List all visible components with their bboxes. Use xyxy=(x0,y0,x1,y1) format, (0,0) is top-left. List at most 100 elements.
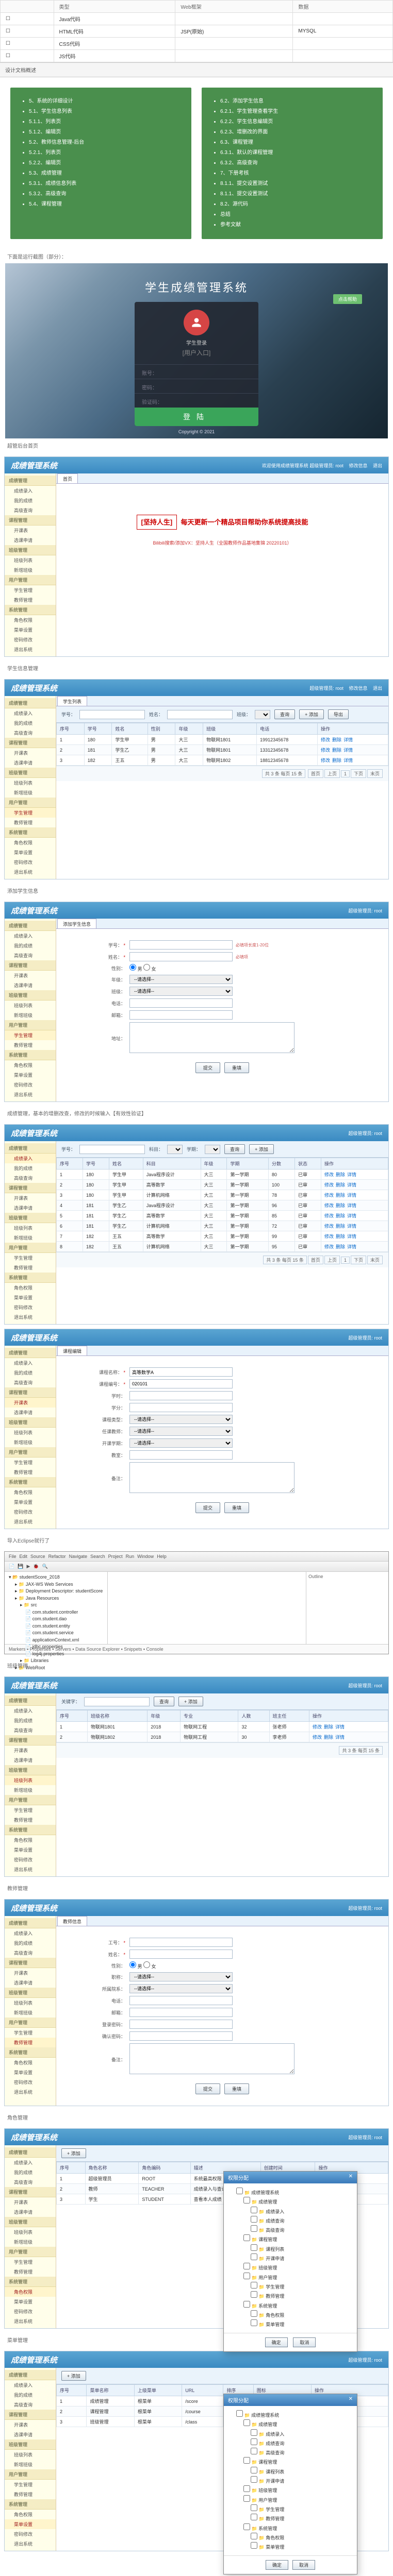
sidebar-item[interactable]: 高级查询 xyxy=(5,2177,56,2187)
sidebar-item[interactable]: 密码修改 xyxy=(5,1080,56,1090)
edit-link[interactable]: 修改 xyxy=(321,737,330,742)
sidebar-item[interactable]: 选课申请 xyxy=(5,980,56,990)
sidebar-item[interactable]: 成绩录入 xyxy=(5,486,56,496)
sidebar-item[interactable]: 高级查询 xyxy=(5,728,56,738)
ide-menu-item[interactable]: Window xyxy=(137,1554,154,1559)
sidebar-item[interactable]: 教师管理 xyxy=(5,1040,56,1050)
sidebar-item[interactable]: 菜单设置 xyxy=(5,2297,56,2307)
sidebar-item[interactable]: 密码修改 xyxy=(5,857,56,867)
tree-node[interactable]: 课程管理 xyxy=(236,2457,353,2466)
sidebar-item[interactable]: 密码修改 xyxy=(5,2307,56,2316)
sidebar-item[interactable]: 角色权限 xyxy=(5,615,56,625)
del-link[interactable]: 删除 xyxy=(336,1172,345,1177)
tree-node[interactable]: 用户管理 xyxy=(236,2273,353,2282)
sidebar-item[interactable]: 开课表 xyxy=(5,1968,56,1978)
tree-node[interactable]: 成绩查询 xyxy=(236,2438,353,2448)
sidebar-group[interactable]: 成绩管理 xyxy=(5,2147,56,2158)
sidebar-item[interactable]: 我的成绩 xyxy=(5,496,56,505)
sidebar-item[interactable]: 退出系统 xyxy=(5,645,56,654)
tree-node[interactable]: 成绩管理 xyxy=(236,2419,353,2429)
sidebar-item[interactable]: 新增班级 xyxy=(5,1233,56,1243)
sidebar-item[interactable]: 学生管理 xyxy=(5,1030,56,1040)
sidebar-item[interactable]: 成绩录入 xyxy=(5,2158,56,2167)
sidebar-item[interactable]: 开课表 xyxy=(5,1398,56,1408)
sidebar-item[interactable]: 班级列表 xyxy=(5,1001,56,1010)
tree-node[interactable]: 开课申请 xyxy=(236,2253,353,2263)
tree-node[interactable]: 成绩管理系统 xyxy=(236,2410,353,2419)
tree-node[interactable]: 高级查询 xyxy=(236,2448,353,2457)
edit-link[interactable]: 修改 xyxy=(324,1213,334,1218)
sidebar-item[interactable]: 班级列表 xyxy=(5,1428,56,1437)
edit-link[interactable]: 修改 xyxy=(324,1203,334,1208)
sidebar-group[interactable]: 用户管理 xyxy=(5,575,56,585)
sidebar-item[interactable]: 密码修改 xyxy=(5,635,56,645)
sidebar-item[interactable]: 学生管理 xyxy=(5,808,56,818)
search-button[interactable]: 查询 xyxy=(274,709,295,719)
ide-menu-item[interactable]: Navigate xyxy=(69,1554,88,1559)
sidebar-item[interactable]: 成绩录入 xyxy=(5,931,56,941)
tree-node[interactable]: 课程管理 xyxy=(236,2234,353,2244)
sidebar-group[interactable]: 课程管理 xyxy=(5,1958,56,1968)
filter-sno-input[interactable] xyxy=(79,710,145,719)
sidebar-item[interactable]: 新增班级 xyxy=(5,2460,56,2469)
sidebar-item[interactable]: 选课申请 xyxy=(5,1203,56,1213)
sidebar-group[interactable]: 班级管理 xyxy=(5,1988,56,1998)
add-button[interactable]: + 添加 xyxy=(299,709,324,719)
sidebar-item[interactable]: 班级列表 xyxy=(5,778,56,788)
sidebar-item[interactable]: 学生管理 xyxy=(5,1805,56,1815)
tree-node[interactable]: 班级管理 xyxy=(236,2263,353,2272)
sidebar-group[interactable]: 用户管理 xyxy=(5,798,56,808)
del-link[interactable]: 删除 xyxy=(336,1244,345,1249)
close-icon[interactable]: ✕ xyxy=(349,2174,353,2181)
sidebar-item[interactable]: 成绩录入 xyxy=(5,1706,56,1716)
sidebar-group[interactable]: 系统管理 xyxy=(5,2499,56,2510)
sidebar-group[interactable]: 系统管理 xyxy=(5,1477,56,1487)
ide-menu-item[interactable]: File xyxy=(9,1554,17,1559)
sidebar-group[interactable]: 班级管理 xyxy=(5,545,56,555)
sidebar-item[interactable]: 密码修改 xyxy=(5,2077,56,2087)
sidebar-item[interactable]: 教师管理 xyxy=(5,2038,56,2047)
view-link[interactable]: 详情 xyxy=(343,737,353,742)
sidebar-group[interactable]: 课程管理 xyxy=(5,738,56,748)
sidebar-item[interactable]: 高级查询 xyxy=(5,951,56,960)
sidebar-item[interactable]: 高级查询 xyxy=(5,1725,56,1735)
sidebar-item[interactable]: 选课申请 xyxy=(5,1978,56,1988)
sidebar-item[interactable]: 角色权限 xyxy=(5,2510,56,2519)
tree-node[interactable]: 角色权限 xyxy=(236,2310,353,2319)
sidebar-group[interactable]: 成绩管理 xyxy=(5,1143,56,1154)
sidebar-group[interactable]: 成绩管理 xyxy=(5,2370,56,2380)
sidebar-item[interactable]: 开课表 xyxy=(5,1193,56,1203)
sidebar-item[interactable]: 教师管理 xyxy=(5,1467,56,1477)
edit-link[interactable]: 修改 xyxy=(324,1224,334,1229)
sidebar-item[interactable]: 成绩录入 xyxy=(5,2380,56,2390)
sidebar-group[interactable]: 用户管理 xyxy=(5,1447,56,1458)
dialog-ok-button[interactable]: 确定 xyxy=(265,2337,288,2347)
sidebar-item[interactable]: 学生管理 xyxy=(5,2257,56,2267)
tree-node[interactable]: 班级管理 xyxy=(236,2485,353,2495)
ide-menu-item[interactable]: Refactor xyxy=(48,1554,66,1559)
del-link[interactable]: 删除 xyxy=(324,1724,333,1730)
sidebar-item[interactable]: 菜单设置 xyxy=(5,2519,56,2529)
edit-link[interactable]: 修改 xyxy=(313,1735,322,1740)
sidebar-group[interactable]: 用户管理 xyxy=(5,1243,56,1253)
sidebar-group[interactable]: 用户管理 xyxy=(5,2469,56,2480)
sidebar-item[interactable]: 菜单设置 xyxy=(5,1293,56,1302)
edit-link[interactable]: 修改 xyxy=(321,748,330,753)
view-link[interactable]: 详情 xyxy=(347,1193,356,1198)
sidebar-item[interactable]: 教师管理 xyxy=(5,818,56,827)
tree-node[interactable]: 系统管理 xyxy=(236,2301,353,2310)
sidebar-item[interactable]: 菜单设置 xyxy=(5,2067,56,2077)
tree-node[interactable]: 成绩录入 xyxy=(236,2429,353,2438)
ide-menu-item[interactable]: Run xyxy=(126,1554,135,1559)
sidebar-group[interactable]: 成绩管理 xyxy=(5,476,56,486)
sidebar-item[interactable]: 开课表 xyxy=(5,526,56,535)
edit-link[interactable]: 修改 xyxy=(324,1172,334,1177)
ide-menu-item[interactable]: Help xyxy=(157,1554,167,1559)
sidebar-item[interactable]: 高级查询 xyxy=(5,1378,56,1387)
sidebar-item[interactable]: 新增班级 xyxy=(5,1437,56,1447)
sidebar-item[interactable]: 角色权限 xyxy=(5,1283,56,1293)
tree-node[interactable]: 角色权限 xyxy=(236,2533,353,2542)
tree-node[interactable]: 高级查询 xyxy=(236,2225,353,2234)
sidebar-item[interactable]: 选课申请 xyxy=(5,1408,56,1417)
sidebar-item[interactable]: 密码修改 xyxy=(5,1855,56,1865)
